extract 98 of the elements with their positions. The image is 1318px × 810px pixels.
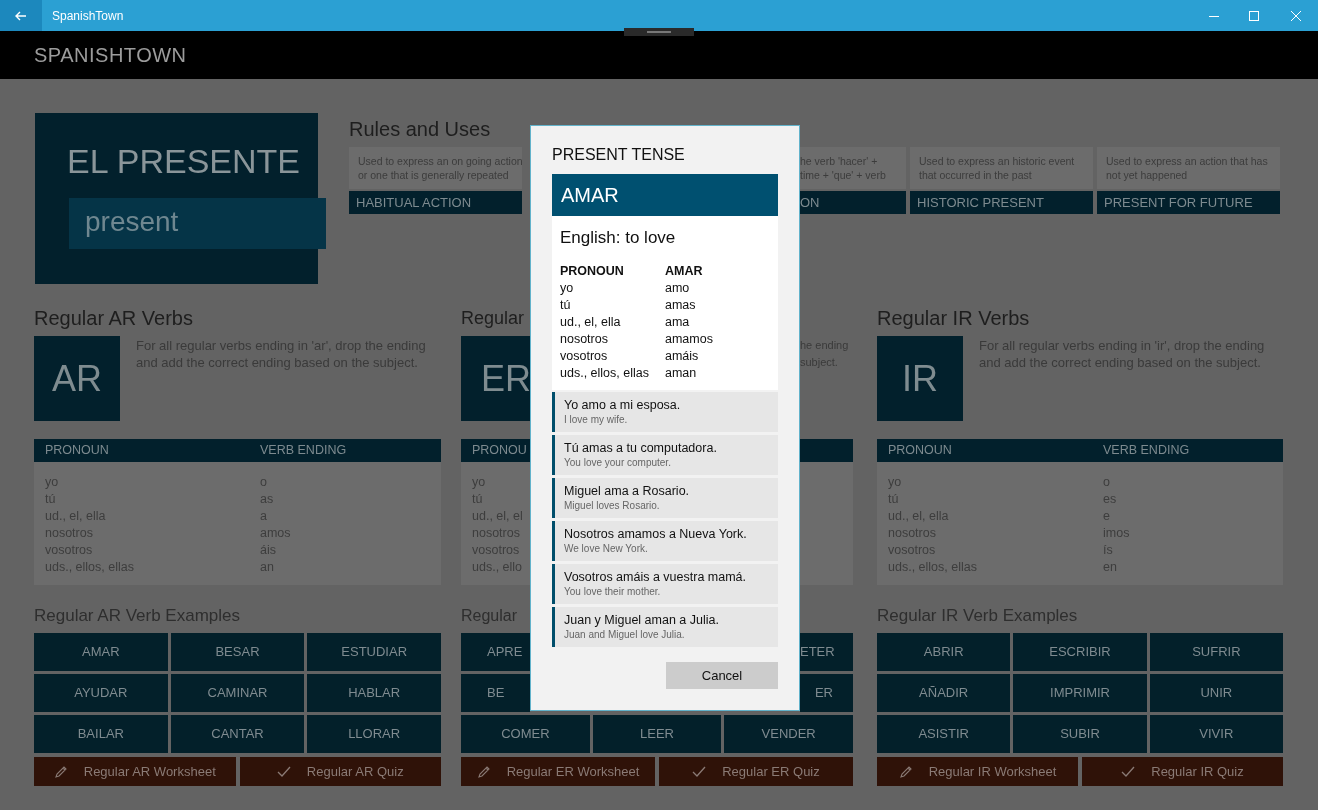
section-title: Regular AR Verbs <box>34 306 193 330</box>
verb-button[interactable]: ER <box>800 674 853 712</box>
quiz-button[interactable]: Regular AR Quiz <box>239 757 441 786</box>
verb-tile: AR <box>34 336 120 421</box>
example-translation: I love my wife. <box>564 413 629 426</box>
column-header: AMAR <box>665 263 703 280</box>
verb-button[interactable]: COMER <box>461 715 590 753</box>
checkmark-icon <box>276 765 291 778</box>
verb-button[interactable]: VIVIR <box>1149 715 1283 753</box>
verb-button[interactable]: SUFRIR <box>1149 633 1283 671</box>
quiz-button[interactable]: Regular ER Quiz <box>659 757 853 786</box>
app-title: SPANISHTOWN <box>34 43 187 68</box>
table-cell: amamos <box>665 331 713 348</box>
worksheet-button[interactable]: Regular AR Worksheet <box>34 757 236 786</box>
table-cell: aman <box>665 365 697 382</box>
hero-title: EL PRESENTE <box>66 141 302 182</box>
close-icon <box>1291 10 1301 21</box>
verb-button[interactable]: LLORAR <box>307 715 441 753</box>
verb-button[interactable]: ETER <box>800 633 853 671</box>
english-meaning: English: to love <box>560 228 677 248</box>
example-translation: We love New York. <box>564 542 649 555</box>
column-header: PRONOUN <box>888 442 953 460</box>
verb-button[interactable]: AYUDAR <box>34 674 168 712</box>
column-header: VERB ENDING <box>1103 442 1190 460</box>
rule-label: HABITUAL ACTION <box>349 191 522 214</box>
section-title: Regular <box>461 307 525 330</box>
example-translation: Juan and Miguel love Julia. <box>564 628 686 641</box>
checkmark-icon <box>1121 765 1136 778</box>
pencil-icon <box>898 764 913 779</box>
example-translation: Miguel loves Rosario. <box>564 499 661 512</box>
verb-button[interactable]: BAILAR <box>34 715 168 753</box>
section-title: Regular IR Verbs <box>877 306 1030 330</box>
verb-button[interactable]: ESCRIBIR <box>1013 633 1147 671</box>
verb-button[interactable]: LEER <box>592 715 722 753</box>
table-cell-text: ud., el, ella <box>560 314 622 331</box>
worksheet-button[interactable]: Regular ER Worksheet <box>461 757 655 786</box>
pencil-icon <box>476 764 491 779</box>
column-header: PRONOUN <box>45 442 110 460</box>
example-sentence: Nosotros amamos a Nueva York. <box>564 526 748 542</box>
table-cell: amo <box>665 280 690 297</box>
verb-button[interactable]: CANTAR <box>170 715 305 753</box>
section-title: Rules and Uses <box>349 117 492 141</box>
table-cell-text: uds., ellos, ellas <box>560 365 650 382</box>
table-cell: amas <box>665 297 696 314</box>
maximize-icon <box>1249 10 1259 21</box>
example-item[interactable]: Tú amas a tu computadora. You love your computer. <box>552 435 778 475</box>
example-item[interactable]: Vosotros amáis a vuestra mamá. You love their mother. <box>552 564 778 604</box>
dialog-title: PRESENT TENSE <box>552 145 686 165</box>
verb-heading: AMAR <box>552 174 778 216</box>
column-header: PRONOU <box>472 442 527 460</box>
table-cell-text: yo <box>560 280 575 297</box>
verb-button[interactable]: CAMINAR <box>170 674 305 712</box>
hero-subtitle: present <box>69 198 326 249</box>
example-sentence: Miguel ama a Rosario. <box>564 483 691 499</box>
verb-button[interactable]: SUBIR <box>1013 715 1147 753</box>
worksheet-button[interactable]: Regular IR Worksheet <box>877 757 1078 786</box>
verb-button[interactable]: ASISTIR <box>877 715 1011 753</box>
verb-button[interactable]: VENDER <box>724 715 853 753</box>
example-translation: You love their mother. <box>564 585 662 598</box>
example-sentence: Yo amo a mi esposa. <box>564 397 682 413</box>
example-item[interactable]: Yo amo a mi esposa. I love my wife. <box>552 392 778 432</box>
verb-tile: ER <box>461 336 530 421</box>
verb-button[interactable]: AMAR <box>34 633 168 671</box>
rule-label: HISTORIC PRESENT <box>910 191 1093 214</box>
table-cell-text: vosotros <box>560 348 609 365</box>
example-sentence: Vosotros amáis a vuestra mamá. <box>564 569 748 585</box>
example-sentence: Juan y Miguel aman a Julia. <box>564 612 720 628</box>
example-sentence: Tú amas a tu computadora. <box>564 440 718 456</box>
cancel-button[interactable]: Cancel <box>666 662 778 689</box>
pencil-icon <box>53 764 68 779</box>
rule-label: ON <box>800 191 906 214</box>
verb-button[interactable]: UNIR <box>1149 674 1283 712</box>
back-button[interactable] <box>0 0 42 31</box>
quiz-button[interactable]: Regular IR Quiz <box>1082 757 1283 786</box>
verb-button[interactable]: IMPRIMIR <box>1013 674 1147 712</box>
verb-button[interactable]: BE <box>461 674 530 712</box>
table-cell: ama <box>665 314 690 331</box>
table-cell-text: tú <box>560 297 572 314</box>
verb-button[interactable]: ABRIR <box>877 633 1011 671</box>
table-cell-text: nosotros <box>560 331 609 348</box>
table-cell: amáis <box>665 348 699 365</box>
verb-tile: IR <box>877 336 963 421</box>
example-translation: You love your computer. <box>564 456 672 469</box>
example-item[interactable]: Nosotros amamos a Nueva York. We love New York. <box>552 521 778 561</box>
checkmark-icon <box>692 765 707 778</box>
verb-button[interactable]: AÑADIR <box>877 674 1011 712</box>
column-header: PRONOUN <box>560 263 625 280</box>
column-header: VERB ENDING <box>260 442 347 460</box>
verb-button[interactable]: ESTUDIAR <box>307 633 441 671</box>
back-arrow-icon <box>15 10 27 21</box>
window-title: SpanishTown <box>52 7 124 25</box>
verb-button[interactable]: BESAR <box>170 633 305 671</box>
verb-button[interactable]: HABLAR <box>307 674 441 712</box>
example-item[interactable]: Miguel ama a Rosario. Miguel loves Rosario. <box>552 478 778 518</box>
verb-button[interactable]: APRE <box>461 633 530 671</box>
drag-handle[interactable] <box>624 28 694 36</box>
rule-label: PRESENT FOR FUTURE <box>1097 191 1280 214</box>
example-item[interactable]: Juan y Miguel aman a Julia. Juan and Miguel love Julia. <box>552 607 778 647</box>
